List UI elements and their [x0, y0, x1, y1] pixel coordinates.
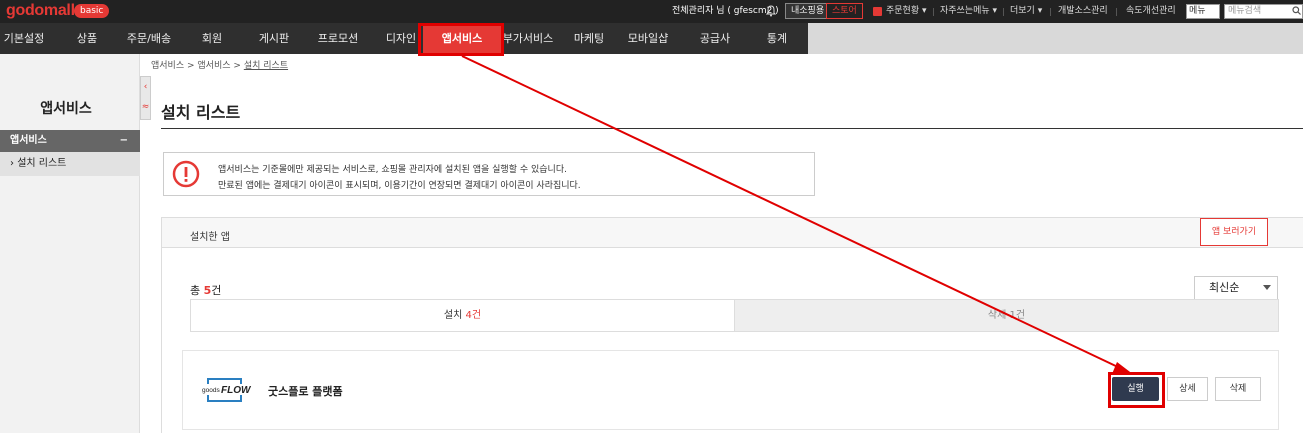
logo-goods-text: goods	[202, 387, 220, 394]
menu-mobile-shop[interactable]: 모바일샵	[620, 23, 676, 54]
total-count: 총 5건	[190, 282, 221, 298]
collapse-left-icon[interactable]: ‹	[141, 77, 150, 97]
menu-members[interactable]: 회원	[193, 23, 231, 54]
divider	[1116, 8, 1117, 16]
tab-deleted[interactable]: 삭제 1건	[735, 299, 1279, 332]
menu-addon-service[interactable]: 부가서비스	[501, 23, 555, 54]
sidebar-item-install-list[interactable]: › 설치 리스트	[0, 152, 140, 176]
sidebar-item-label: 설치 리스트	[17, 158, 67, 169]
speed-improve-link[interactable]: 속도개선관리	[1126, 0, 1176, 23]
divider	[1003, 8, 1004, 16]
menu-marketing[interactable]: 마케팅	[563, 23, 615, 54]
browse-apps-button[interactable]: 앱 보러가기	[1200, 218, 1268, 246]
main-menu-bar: 기본설정 상품 주문/배송 회원 게시판 프로모션 디자인 앱서비스 부가서비스…	[0, 23, 1303, 54]
warning-icon	[172, 160, 200, 188]
main-content: 앱서비스 > 앱서비스 > 설치 리스트 설치 리스트 앱서비스는 기준몰에만 …	[151, 54, 1303, 433]
tab-installed-label: 설치	[443, 310, 466, 321]
app-name: 굿스플로 플랫폼	[268, 385, 343, 398]
search-icon[interactable]	[1292, 6, 1301, 15]
sidebar-section-label: 앱서비스	[10, 135, 47, 146]
frequent-menu-link[interactable]: 자주쓰는메뉴 ▾	[940, 0, 997, 23]
divider	[933, 8, 934, 16]
run-button[interactable]: 실행	[1112, 377, 1159, 401]
caret-down-icon	[1263, 285, 1271, 290]
sort-select[interactable]: 최신순	[1194, 276, 1278, 300]
menu-products[interactable]: 상품	[66, 23, 108, 54]
divider	[1050, 8, 1051, 16]
page-title: 설치 리스트	[161, 103, 241, 122]
breadcrumb-item[interactable]: 앱서비스	[151, 61, 184, 71]
menu-design[interactable]: 디자인	[379, 23, 423, 54]
bell-icon[interactable]	[766, 5, 776, 17]
dev-source-link[interactable]: 개발소스관리	[1058, 0, 1108, 23]
menu-bar-filler	[808, 23, 1303, 54]
notice-line-1: 앱서비스는 기준몰에만 제공되는 서비스로, 쇼핑몰 관리자에 설치된 앱을 실…	[218, 165, 567, 175]
more-link[interactable]: 더보기 ▾	[1010, 0, 1042, 23]
sort-value: 최신순	[1209, 281, 1240, 294]
swap-icon[interactable]: ≈	[141, 97, 150, 117]
breadcrumb: 앱서비스 > 앱서비스 > 설치 리스트	[151, 58, 288, 71]
notice-box: 앱서비스는 기준몰에만 제공되는 서비스로, 쇼핑몰 관리자에 설치된 앱을 실…	[163, 152, 815, 196]
logo-flow-text: FLOW	[221, 385, 252, 396]
menu-board[interactable]: 게시판	[252, 23, 296, 54]
top-bar: godomall basic 전체관리자 님 ( gfescm2 ) 내소핑용 …	[0, 0, 1303, 23]
app-card-goodsflow: goods FLOW 굿스플로 플랫폼 실행 상세 삭제	[182, 350, 1279, 430]
godomall-logo[interactable]: godomall	[6, 2, 75, 20]
tab-installed-count: 4건	[465, 310, 482, 321]
notice-line-2: 만료된 앱에는 결제대기 아이콘이 표시되며, 이용기간이 연장되면 결제대기 …	[218, 181, 581, 191]
title-divider	[161, 128, 1303, 129]
breadcrumb-item[interactable]: 앱서비스	[197, 61, 230, 71]
breadcrumb-separator: >	[187, 61, 198, 71]
menu-supplier[interactable]: 공급사	[690, 23, 740, 54]
menu-orders[interactable]: 주문/배송	[118, 23, 180, 54]
sidebar: 앱서비스 앱서비스 − › 설치 리스트	[0, 54, 140, 433]
menu-app-service[interactable]: 앱서비스	[423, 23, 501, 54]
order-status-link[interactable]: 주문현황 ▾	[886, 0, 927, 23]
menu-select[interactable]: 메뉴	[1186, 4, 1220, 19]
sidebar-section-app-service[interactable]: 앱서비스 −	[0, 130, 140, 152]
goodsflow-logo: goods FLOW	[202, 378, 254, 402]
collapse-icon[interactable]: −	[120, 130, 128, 152]
total-suffix: 건	[211, 284, 222, 297]
total-prefix: 총	[190, 284, 204, 297]
breadcrumb-current[interactable]: 설치 리스트	[244, 61, 288, 71]
store-button[interactable]: 스토어	[826, 3, 863, 19]
menu-basic-settings[interactable]: 기본설정	[0, 23, 48, 54]
detail-button[interactable]: 상세	[1167, 377, 1208, 401]
breadcrumb-separator: >	[233, 61, 244, 71]
installed-apps-label: 설치한 앱	[190, 232, 230, 243]
menu-promotion[interactable]: 프로모션	[313, 23, 363, 54]
sidebar-title: 앱서비스	[40, 101, 92, 117]
internal-shopping-button[interactable]: 내소핑용	[785, 3, 831, 19]
tab-installed[interactable]: 설치 4건	[190, 299, 735, 332]
sidebar-toggle[interactable]: ‹ ≈	[140, 76, 151, 120]
admin-greeting: 전체관리자 님 ( gfescm2 )	[672, 6, 779, 16]
panel-header: 설치한 앱	[162, 218, 1303, 248]
order-status-icon	[873, 7, 882, 16]
plan-badge: basic	[74, 4, 110, 18]
menu-statistics[interactable]: 통계	[755, 23, 799, 54]
delete-button[interactable]: 삭제	[1215, 377, 1261, 401]
